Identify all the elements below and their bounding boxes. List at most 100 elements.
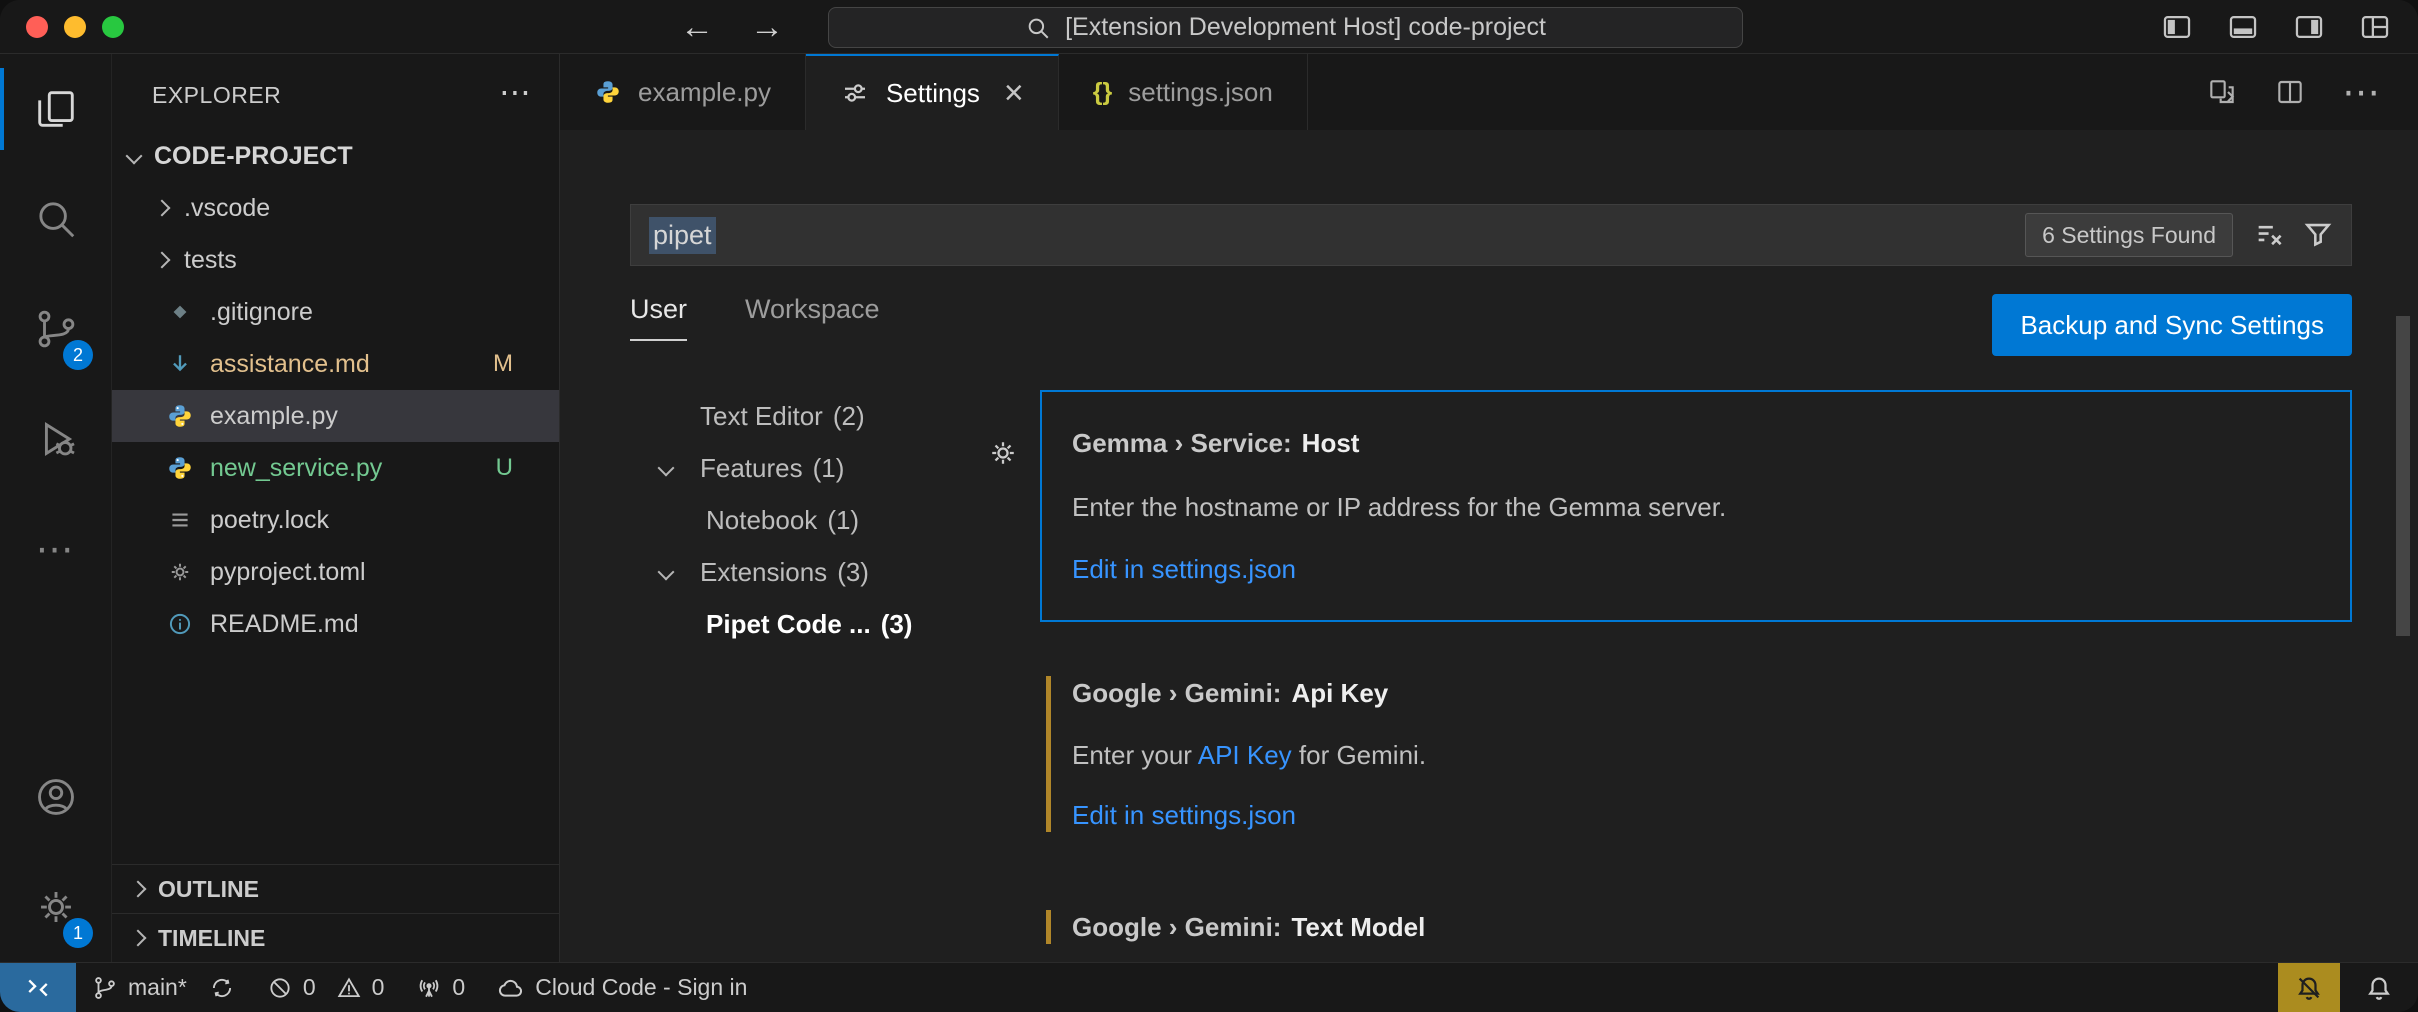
activity-accounts[interactable] xyxy=(0,742,111,852)
tree-item-tests[interactable]: tests xyxy=(112,234,559,286)
python-file-icon xyxy=(164,454,196,482)
cloud-code-signin[interactable]: Cloud Code - Sign in xyxy=(481,963,763,1012)
tree-root-code-project[interactable]: CODE-PROJECT xyxy=(112,130,559,182)
bell-icon xyxy=(2364,973,2394,1003)
settings-search-input[interactable]: pipet 6 Settings Found xyxy=(630,204,2352,266)
tree-item-vscode[interactable]: .vscode xyxy=(112,182,559,234)
item-label: .gitignore xyxy=(210,298,313,327)
setting-name: Host xyxy=(1302,428,1360,458)
setting-name: Text Model xyxy=(1291,912,1425,942)
filter-icon[interactable] xyxy=(2301,218,2335,252)
scope-tab-user[interactable]: User xyxy=(630,294,687,341)
open-changes-icon[interactable] xyxy=(2206,76,2238,108)
json-braces-icon: {} xyxy=(1093,78,1112,107)
toc-notebook[interactable]: Notebook (1) xyxy=(630,494,1002,546)
do-not-disturb-toggle[interactable] xyxy=(2278,963,2340,1012)
root-label: CODE-PROJECT xyxy=(154,142,353,171)
activity-source-control[interactable]: 2 xyxy=(0,274,111,384)
backup-sync-button[interactable]: Backup and Sync Settings xyxy=(1992,294,2352,356)
errors-count: 0 xyxy=(303,974,316,1001)
clear-search-icon[interactable] xyxy=(2253,218,2287,252)
toc-count: (3) xyxy=(837,557,869,588)
back-icon[interactable]: ← xyxy=(680,8,714,47)
notifications-bell[interactable] xyxy=(2340,963,2418,1012)
tree-item-readme-md[interactable]: README.md xyxy=(112,598,559,650)
setting-row-gemini-text-model[interactable]: Google › Gemini:Text Model xyxy=(1040,886,2352,962)
editor-actions: ⋯ xyxy=(2206,54,2418,130)
sidebar-sections: OUTLINE TIMELINE xyxy=(112,864,559,962)
tab-example-py[interactable]: example.py xyxy=(560,54,806,130)
customize-layout-icon[interactable] xyxy=(2358,10,2392,44)
git-branch-icon xyxy=(92,975,118,1001)
edit-in-settings-json-link[interactable]: Edit in settings.json xyxy=(1072,798,2320,832)
cloud-label: Cloud Code - Sign in xyxy=(535,974,747,1001)
problems-status[interactable]: 0 0 xyxy=(251,963,401,1012)
close-window-button[interactable] xyxy=(26,16,48,38)
tree-item-example-py[interactable]: example.py xyxy=(112,390,559,442)
tree-item-assistance-md[interactable]: assistance.md M xyxy=(112,338,559,390)
tree-item-new-service-py[interactable]: new_service.py U xyxy=(112,442,559,494)
close-icon[interactable]: × xyxy=(1004,83,1024,103)
toc-features[interactable]: Features (1) xyxy=(630,442,1002,494)
tree-item-pyproject-toml[interactable]: pyproject.toml xyxy=(112,546,559,598)
settings-list: Gemma › Service:Host Enter the hostname … xyxy=(1040,390,2352,962)
toc-label: Notebook xyxy=(706,505,817,536)
setting-manage-gear-icon[interactable] xyxy=(986,436,1020,470)
edit-in-settings-json-link[interactable]: Edit in settings.json xyxy=(1072,552,2320,586)
toc-label: Text Editor xyxy=(700,401,823,432)
account-icon xyxy=(33,774,79,820)
tree-item-poetry-lock[interactable]: poetry.lock xyxy=(112,494,559,546)
activity-run-debug[interactable] xyxy=(0,384,111,494)
toc-count: (3) xyxy=(881,609,913,640)
tab-settings-json[interactable]: {} settings.json xyxy=(1059,54,1308,130)
tree-item-gitignore[interactable]: .gitignore xyxy=(112,286,559,338)
item-label: tests xyxy=(184,246,237,275)
toggle-primary-sidebar-icon[interactable] xyxy=(2160,10,2194,44)
tab-settings[interactable]: Settings × xyxy=(806,54,1059,130)
zoom-window-button[interactable] xyxy=(102,16,124,38)
toc-text-editor[interactable]: Text Editor (2) xyxy=(630,390,1002,442)
activity-explorer[interactable] xyxy=(0,54,111,164)
search-text: pipet xyxy=(649,217,716,254)
remote-indicator[interactable] xyxy=(0,963,76,1012)
editor-scrollbar[interactable] xyxy=(2396,316,2410,636)
item-label: pyproject.toml xyxy=(210,558,366,587)
main-area: 2 ⋯ xyxy=(0,54,2418,962)
item-label: .vscode xyxy=(184,194,270,223)
more-actions-icon[interactable]: ⋯ xyxy=(2342,70,2382,115)
explorer-more-icon[interactable]: ⋯ xyxy=(499,82,533,102)
markdown-file-icon xyxy=(164,350,196,378)
toc-count: (2) xyxy=(833,401,865,432)
ports-status[interactable]: 0 xyxy=(400,963,481,1012)
setting-row-gemini-api-key[interactable]: Google › Gemini:Api Key Enter your API K… xyxy=(1040,652,2352,856)
status-bar: main* 0 0 0 xyxy=(0,962,2418,1012)
toggle-secondary-sidebar-icon[interactable] xyxy=(2292,10,2326,44)
activity-search[interactable] xyxy=(0,164,111,274)
files-icon xyxy=(33,86,79,132)
branch-status[interactable]: main* xyxy=(76,963,251,1012)
section-timeline[interactable]: TIMELINE xyxy=(112,913,559,962)
minimize-window-button[interactable] xyxy=(64,16,86,38)
setting-title: Google › Gemini:Api Key xyxy=(1072,676,2320,710)
toc-count: (1) xyxy=(827,505,859,536)
api-key-link[interactable]: API Key xyxy=(1198,740,1292,770)
command-center[interactable]: [Extension Development Host] code-projec… xyxy=(828,7,1743,48)
section-label: OUTLINE xyxy=(158,876,259,903)
setting-row-gemma-host[interactable]: Gemma › Service:Host Enter the hostname … xyxy=(1040,390,2352,622)
settings-toc: Text Editor (2) Features (1) Notebook (1… xyxy=(630,390,1002,962)
toc-extensions[interactable]: Extensions (3) xyxy=(630,546,1002,598)
toggle-panel-icon[interactable] xyxy=(2226,10,2260,44)
split-editor-icon[interactable] xyxy=(2274,76,2306,108)
ports-count: 0 xyxy=(452,974,465,1001)
sync-changes-icon[interactable] xyxy=(209,975,235,1001)
search-icon xyxy=(33,196,79,242)
scope-tab-workspace[interactable]: Workspace xyxy=(745,294,880,339)
run-debug-icon xyxy=(33,416,79,462)
chevron-down-icon xyxy=(658,460,675,477)
forward-icon[interactable]: → xyxy=(750,8,784,47)
section-outline[interactable]: OUTLINE xyxy=(112,864,559,913)
activity-more[interactable]: ⋯ xyxy=(0,494,111,604)
toc-pipet-code[interactable]: Pipet Code ... (3) xyxy=(630,598,1002,650)
activity-settings[interactable]: 1 xyxy=(0,852,111,962)
cloud-icon xyxy=(497,974,525,1002)
